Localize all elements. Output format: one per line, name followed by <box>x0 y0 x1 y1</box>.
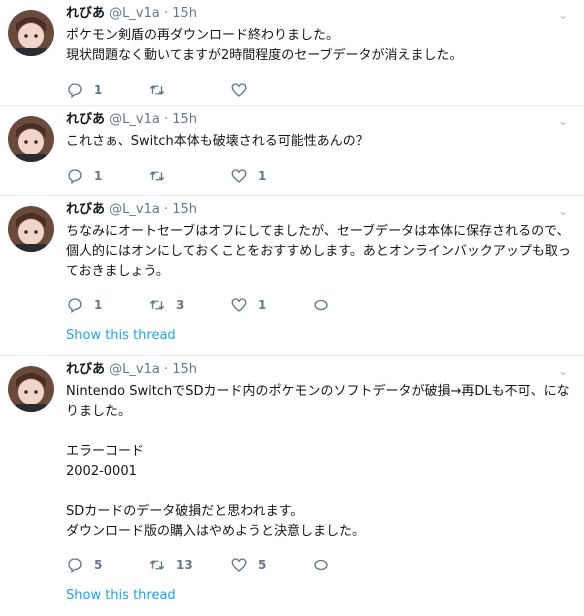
direct-message-icon <box>314 559 328 571</box>
tweet-text: ポケモン剣盾の再ダウンロード終わりました。 現状問題なく動いてますが2時間程度の… <box>66 28 463 63</box>
reply-icon <box>68 298 82 314</box>
like-button[interactable]: 1 <box>230 296 312 314</box>
reply-icon <box>68 83 82 99</box>
tweet-header: れびあ @L_v1a · 15h <box>66 362 576 378</box>
timestamp[interactable]: 15h <box>172 112 197 127</box>
tweet-actions: 1 <box>66 81 576 99</box>
reply-count: 1 <box>94 169 103 183</box>
reply-count: 1 <box>94 83 103 97</box>
heart-icon <box>231 169 247 183</box>
retweet-icon <box>149 560 165 570</box>
chevron-down-icon[interactable]: ⌄ <box>558 8 568 22</box>
chevron-down-icon[interactable]: ⌄ <box>558 364 568 378</box>
reply-button[interactable]: 5 <box>66 556 148 574</box>
heart-icon <box>231 298 247 312</box>
separator: · <box>163 202 169 217</box>
avatar[interactable] <box>8 116 54 162</box>
reply-button[interactable]: 1 <box>66 167 148 185</box>
user-handle[interactable]: @L_v1a <box>109 112 160 127</box>
reply-button[interactable]: 1 <box>66 296 148 314</box>
direct-message-icon <box>314 299 328 311</box>
retweet-count: 13 <box>176 558 193 572</box>
like-count: 1 <box>258 169 267 183</box>
reply-count: 1 <box>94 298 103 312</box>
tweet-header: れびあ @L_v1a · 15h <box>66 112 576 128</box>
retweet-button[interactable]: 13 <box>148 556 230 574</box>
display-name[interactable]: れびあ <box>66 6 105 21</box>
chevron-down-icon[interactable]: ⌄ <box>558 114 568 128</box>
like-count: 1 <box>258 298 267 312</box>
retweet-icon <box>149 85 165 95</box>
display-name[interactable]: れびあ <box>66 202 105 217</box>
tweet-text: これさぁ、Switch本体も破壊される可能性あんの？ <box>66 134 369 149</box>
like-button[interactable] <box>230 81 312 99</box>
separator: · <box>163 362 169 377</box>
tweet-actions: 1 1 <box>66 167 576 185</box>
tweet[interactable]: れびあ @L_v1a · 15h ⌄ これさぁ、Switch本体も破壊される可能… <box>0 106 584 196</box>
tweet-header: れびあ @L_v1a · 15h <box>66 202 576 218</box>
heart-icon <box>231 558 247 572</box>
tweet[interactable]: れびあ @L_v1a · 15h ⌄ ちなみにオートセーブはオフにしてましたが、… <box>0 196 584 356</box>
show-thread-link[interactable]: Show this thread <box>66 328 576 343</box>
show-thread-link[interactable]: Show this thread <box>66 588 576 603</box>
tweet[interactable]: れびあ @L_v1a · 15h ⌄ Nintendo SwitchでSDカード… <box>0 356 584 616</box>
retweet-count: 3 <box>176 298 185 312</box>
tweet[interactable]: れびあ @L_v1a · 15h ⌄ ポケモン剣盾の再ダウンロード終わりました。… <box>0 0 584 106</box>
display-name[interactable]: れびあ <box>66 362 105 377</box>
user-handle[interactable]: @L_v1a <box>109 6 160 21</box>
reply-count: 5 <box>94 558 103 572</box>
reply-button[interactable]: 1 <box>66 81 148 99</box>
reply-icon <box>68 169 82 185</box>
timestamp[interactable]: 15h <box>172 202 197 217</box>
like-button[interactable]: 5 <box>230 556 312 574</box>
timestamp[interactable]: 15h <box>172 362 197 377</box>
tweet-text: ちなみにオートセーブはオフにしてましたが、セーブデータは本体に保存されるので、個… <box>66 224 571 279</box>
chevron-down-icon[interactable]: ⌄ <box>558 204 568 218</box>
tweet-text: Nintendo SwitchでSDカード内のポケモンのソフトデータが破損→再D… <box>66 384 570 539</box>
reply-icon <box>68 558 82 574</box>
avatar[interactable] <box>8 10 54 56</box>
avatar[interactable] <box>8 206 54 252</box>
tweet-actions: 1 3 1 <box>66 296 576 314</box>
direct-message-button[interactable] <box>312 556 394 574</box>
separator: · <box>163 6 169 21</box>
direct-message-button[interactable] <box>312 296 394 314</box>
separator: · <box>163 112 169 127</box>
display-name[interactable]: れびあ <box>66 112 105 127</box>
heart-icon <box>231 83 247 97</box>
retweet-button[interactable] <box>148 81 230 99</box>
tweet-actions: 5 13 5 <box>66 556 576 574</box>
avatar[interactable] <box>8 366 54 412</box>
like-button[interactable]: 1 <box>230 167 312 185</box>
like-count: 5 <box>258 558 267 572</box>
retweet-icon <box>149 300 165 310</box>
user-handle[interactable]: @L_v1a <box>109 362 160 377</box>
timestamp[interactable]: 15h <box>172 6 197 21</box>
retweet-button[interactable] <box>148 167 230 185</box>
retweet-icon <box>149 171 165 181</box>
retweet-button[interactable]: 3 <box>148 296 230 314</box>
tweet-header: れびあ @L_v1a · 15h <box>66 6 576 22</box>
user-handle[interactable]: @L_v1a <box>109 202 160 217</box>
